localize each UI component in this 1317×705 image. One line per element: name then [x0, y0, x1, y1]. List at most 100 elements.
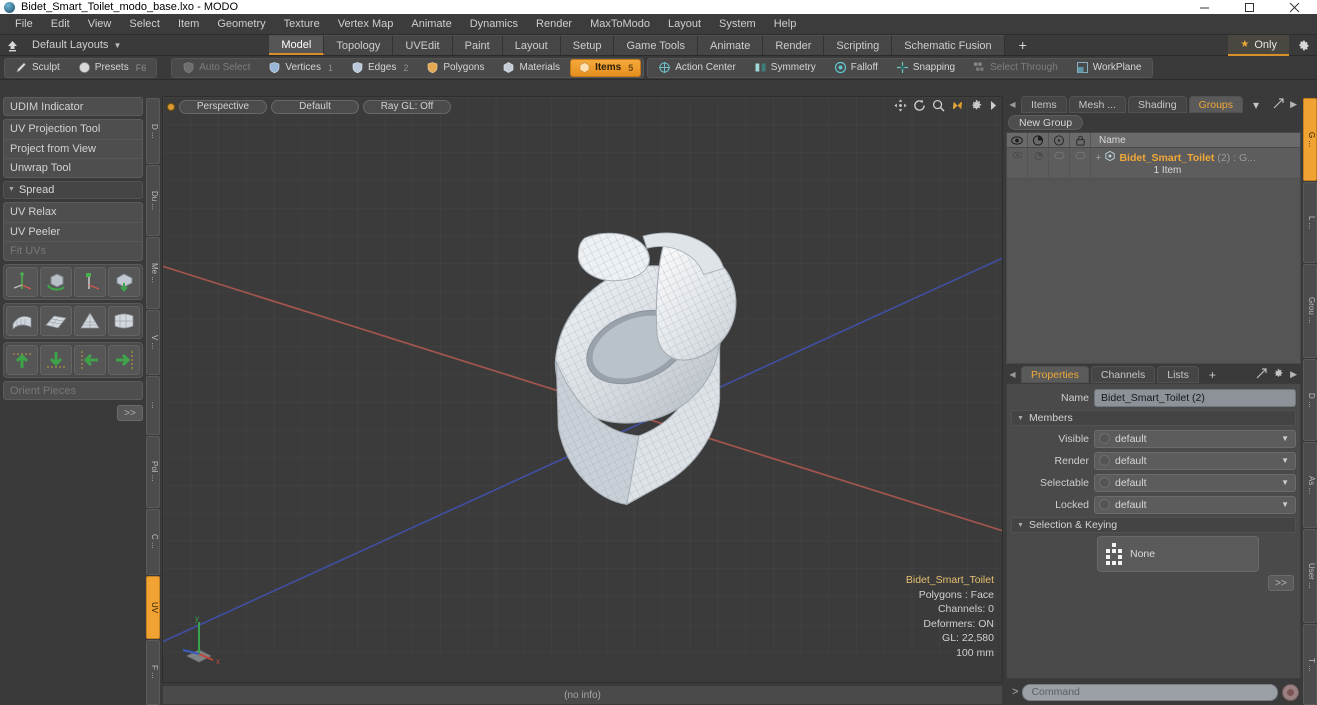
uv-axis-icon[interactable] — [6, 267, 38, 297]
uv-cube-rotate-icon[interactable] — [40, 267, 72, 297]
zoom-icon[interactable] — [932, 99, 945, 115]
left-vtab-f[interactable]: F ... — [146, 640, 160, 705]
left-vtab-misc[interactable]: ... — [146, 376, 160, 434]
select-icon[interactable] — [1049, 133, 1070, 147]
properties-tabrow-left-arrow-icon[interactable]: ◀ — [1006, 366, 1019, 383]
table-row[interactable]: + Bidet_Smart_Toilet (2) : G... 1 Item — [1007, 148, 1300, 179]
left-vtab-me[interactable]: Me ... — [146, 237, 160, 309]
menu-render[interactable]: Render — [527, 14, 581, 35]
viewport-menu-arrow-icon[interactable] — [989, 100, 998, 114]
properties-gear-icon[interactable] — [1273, 368, 1284, 381]
left-panel-more-button[interactable]: >> — [117, 405, 143, 421]
unwrap-tool-item[interactable]: Unwrap Tool — [4, 158, 142, 177]
vertices-button[interactable]: Vertices 1 — [260, 59, 341, 77]
keying-selector[interactable]: None — [1097, 536, 1259, 572]
items-button[interactable]: Items 5 — [570, 59, 641, 77]
left-vtab-v[interactable]: V ... — [146, 310, 160, 376]
record-icon[interactable] — [1282, 684, 1299, 701]
tab-groups[interactable]: Groups — [1189, 96, 1243, 113]
left-vtab-du[interactable]: Du ... — [146, 165, 160, 236]
layout-tab-topology[interactable]: Topology — [324, 35, 393, 55]
uv-peeler-item[interactable]: UV Peeler — [4, 222, 142, 241]
properties-more-button[interactable]: >> — [1268, 575, 1294, 591]
menu-animate[interactable]: Animate — [402, 14, 460, 35]
3d-viewport[interactable]: Perspective Default Ray GL: Off — [162, 96, 1003, 683]
viewport-settings-gear-icon[interactable] — [970, 99, 983, 115]
symmetry-button[interactable]: Symmetry — [746, 59, 824, 77]
properties-menu-arrow-icon[interactable]: ▶ — [1290, 369, 1297, 380]
spread-section-header[interactable]: ▼ Spread — [3, 181, 143, 199]
name-field[interactable]: Bidet_Smart_Toilet (2) — [1094, 389, 1296, 407]
tab-shading[interactable]: Shading — [1128, 96, 1187, 113]
presets-button[interactable]: Presets F6 — [70, 59, 154, 77]
uv-move-up-icon[interactable] — [6, 345, 38, 375]
menu-layout[interactable]: Layout — [659, 14, 710, 35]
menu-system[interactable]: System — [710, 14, 765, 35]
selectable-dropdown[interactable]: default ▼ — [1094, 474, 1296, 492]
row-render-toggle[interactable] — [1028, 148, 1049, 178]
command-input[interactable]: Command — [1022, 684, 1278, 701]
menu-dynamics[interactable]: Dynamics — [461, 14, 527, 35]
right-vtab-user[interactable]: User ... — [1303, 529, 1317, 622]
uv-projection-tool-item[interactable]: UV Projection Tool — [4, 120, 142, 139]
layout-tab-scripting[interactable]: Scripting — [824, 35, 892, 55]
default-layouts-dropdown[interactable]: Default Layouts ▼ — [24, 35, 129, 55]
menu-file[interactable]: File — [6, 14, 42, 35]
new-group-button[interactable]: New Group — [1008, 115, 1083, 130]
layout-tab-animate[interactable]: Animate — [698, 35, 763, 55]
tab-channels[interactable]: Channels — [1091, 366, 1155, 383]
uv-relax-item[interactable]: UV Relax — [4, 203, 142, 222]
add-properties-tab-button[interactable]: + — [1201, 366, 1224, 383]
maximize-button[interactable] — [1227, 0, 1272, 14]
menu-select[interactable]: Select — [120, 14, 169, 35]
menu-help[interactable]: Help — [765, 14, 806, 35]
uv-cone-icon[interactable] — [74, 306, 106, 336]
action-center-button[interactable]: Action Center — [650, 59, 744, 77]
properties-expand-icon[interactable] — [1256, 368, 1267, 381]
menu-item[interactable]: Item — [169, 14, 208, 35]
minimize-button[interactable] — [1182, 0, 1227, 14]
select-through-button[interactable]: Select Through — [965, 59, 1066, 77]
close-button[interactable] — [1272, 0, 1317, 14]
only-toggle-button[interactable]: ★ Only — [1228, 35, 1289, 56]
layout-tab-render[interactable]: Render — [763, 35, 824, 55]
right-vtab-d[interactable]: D ... — [1303, 359, 1317, 441]
selection-keying-section-header[interactable]: ▼ Selection & Keying — [1011, 517, 1296, 533]
menu-view[interactable]: View — [79, 14, 121, 35]
render-icon[interactable] — [1028, 133, 1049, 147]
workplane-button[interactable]: WorkPlane — [1068, 59, 1150, 77]
lock-icon[interactable] — [1070, 133, 1091, 147]
visible-dropdown[interactable]: default ▼ — [1094, 430, 1296, 448]
project-from-view-item[interactable]: Project from View — [4, 139, 142, 158]
tab-dropdown-icon[interactable]: ▾ — [1245, 96, 1267, 113]
left-vtab-pol[interactable]: Pol ... — [146, 436, 160, 508]
add-layout-tab-button[interactable]: + — [1005, 35, 1041, 55]
orient-pieces-row[interactable]: Orient Pieces — [3, 381, 143, 400]
right-vtab-t[interactable]: T ... — [1303, 624, 1317, 705]
menu-geometry[interactable]: Geometry — [208, 14, 274, 35]
rotate-icon[interactable] — [913, 99, 926, 115]
tab-properties[interactable]: Properties — [1021, 366, 1089, 383]
right-vtab-g[interactable]: G ... — [1303, 98, 1317, 181]
falloff-button[interactable]: Falloff — [826, 59, 886, 77]
uv-move-down-icon[interactable] — [40, 345, 72, 375]
render-dropdown[interactable]: default ▼ — [1094, 452, 1296, 470]
menu-maxtomodo[interactable]: MaxToModo — [581, 14, 659, 35]
snapping-button[interactable]: Snapping — [888, 59, 963, 77]
uv-axis-flip-icon[interactable] — [74, 267, 106, 297]
row-selectable-toggle[interactable] — [1049, 148, 1070, 178]
right-vtab-grou[interactable]: Grou ... — [1303, 264, 1317, 358]
home-icon[interactable] — [0, 35, 24, 55]
auto-select-button[interactable]: Auto Select — [174, 59, 258, 77]
expand-panel-icon[interactable] — [1273, 98, 1284, 111]
layout-tab-layout[interactable]: Layout — [503, 35, 561, 55]
layout-tab-uvedit[interactable]: UVEdit — [393, 35, 452, 55]
row-expander-icon[interactable]: + — [1095, 152, 1101, 164]
layout-tab-schematic-fusion[interactable]: Schematic Fusion — [892, 35, 1004, 55]
layout-tab-setup[interactable]: Setup — [561, 35, 615, 55]
uv-move-left-icon[interactable] — [74, 345, 106, 375]
right-vtab-as[interactable]: As ... — [1303, 442, 1317, 528]
uv-box-down-icon[interactable] — [108, 267, 140, 297]
members-section-header[interactable]: ▼ Members — [1011, 410, 1296, 426]
polygons-button[interactable]: Polygons — [418, 59, 492, 77]
